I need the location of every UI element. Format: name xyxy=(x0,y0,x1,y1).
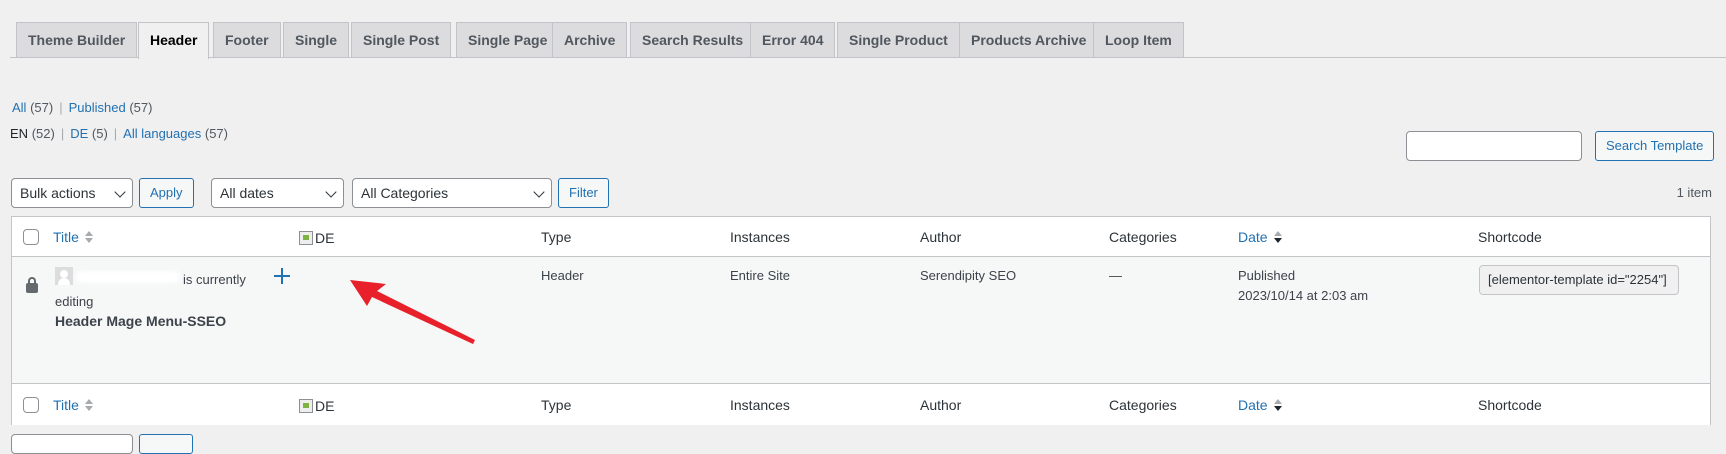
tab-products-archive[interactable]: Products Archive xyxy=(959,22,1099,58)
editing-word: editing xyxy=(55,294,94,309)
redacted-user-name xyxy=(76,271,180,283)
filter-de-link[interactable]: DE (5) xyxy=(70,126,108,141)
avatar xyxy=(55,267,73,285)
filter-all-languages-link[interactable]: All languages (57) xyxy=(123,126,228,141)
search-input[interactable] xyxy=(1406,131,1582,161)
filter-published-link[interactable]: Published (57) xyxy=(69,100,153,115)
editing-status: is currently xyxy=(183,272,246,287)
lock-icon xyxy=(26,277,38,293)
templates-table: Title DE Type Instances Author Categorie… xyxy=(11,216,1711,425)
column-author-footer: Author xyxy=(920,397,962,413)
column-type-footer: Type xyxy=(541,397,572,413)
sort-icon xyxy=(84,399,93,412)
filter-button[interactable]: Filter xyxy=(558,178,609,208)
column-instances-footer: Instances xyxy=(730,397,790,413)
annotation-arrow-icon xyxy=(350,280,475,344)
tab-archive[interactable]: Archive xyxy=(552,22,628,58)
column-categories: Categories xyxy=(1109,229,1177,245)
sort-icon xyxy=(84,231,93,244)
bulk-actions-select-bottom[interactable] xyxy=(11,434,133,454)
categories-value: — xyxy=(1109,268,1122,283)
broken-image-icon xyxy=(299,399,313,413)
tab-search-results[interactable]: Search Results xyxy=(630,22,756,58)
column-categories-footer: Categories xyxy=(1109,397,1177,413)
author-link[interactable]: Serendipity SEO xyxy=(920,268,1016,283)
status-value: Published xyxy=(1238,268,1296,283)
bulk-actions-select[interactable]: Bulk actions xyxy=(11,178,133,208)
tab-theme-builder[interactable]: Theme Builder xyxy=(16,22,138,58)
bulk-actions-value: Bulk actions xyxy=(20,185,96,201)
add-translation-icon[interactable] xyxy=(274,268,290,284)
instances-value: Entire Site xyxy=(730,268,790,283)
sort-desc-icon xyxy=(1273,399,1282,412)
column-date-footer[interactable]: Date xyxy=(1238,385,1282,425)
tab-header[interactable]: Header xyxy=(138,22,210,59)
tab-single-page[interactable]: Single Page xyxy=(456,22,560,58)
theme-builder-tabs: Theme Builder Header Footer Single Singl… xyxy=(16,22,1726,59)
status-filters: All (57) | Published (57) xyxy=(12,100,153,115)
items-count: 1 item xyxy=(1676,185,1712,200)
language-column-flag: DE xyxy=(299,230,334,246)
column-author: Author xyxy=(920,229,962,245)
date-value: 2023/10/14 at 2:03 am xyxy=(1238,288,1369,303)
column-instances: Instances xyxy=(730,229,790,245)
table-header: Title DE Type Instances Author Categorie… xyxy=(12,217,1710,257)
dates-value: All dates xyxy=(220,185,274,201)
tab-single[interactable]: Single xyxy=(283,22,350,58)
tab-single-post[interactable]: Single Post xyxy=(351,22,452,58)
tab-error-404[interactable]: Error 404 xyxy=(750,22,836,58)
tab-loop-item[interactable]: Loop Item xyxy=(1093,22,1184,58)
categories-select[interactable]: All Categories xyxy=(352,178,552,208)
table-row: is currently editing Header Mage Menu-SS… xyxy=(12,257,1710,383)
sort-desc-icon xyxy=(1273,231,1282,244)
shortcode-field[interactable]: [elementor-template id="2254"] xyxy=(1479,265,1679,295)
search-template-button[interactable]: Search Template xyxy=(1595,131,1715,161)
apply-button[interactable]: Apply xyxy=(139,178,194,208)
column-shortcode: Shortcode xyxy=(1478,229,1542,245)
column-type: Type xyxy=(541,229,572,245)
type-link[interactable]: Header xyxy=(541,268,584,283)
chevron-down-icon xyxy=(533,186,545,198)
select-all-checkbox-footer[interactable] xyxy=(23,397,39,413)
chevron-down-icon xyxy=(114,186,126,198)
filter-en[interactable]: EN (52) xyxy=(10,126,55,141)
tab-footer[interactable]: Footer xyxy=(213,22,281,58)
tab-single-product[interactable]: Single Product xyxy=(837,22,960,58)
language-filters: EN (52) | DE (5) | All languages (57) xyxy=(10,126,228,141)
column-title[interactable]: Title xyxy=(53,217,93,257)
chevron-down-icon xyxy=(325,186,337,198)
select-all-checkbox[interactable] xyxy=(23,229,39,245)
column-shortcode-footer: Shortcode xyxy=(1478,397,1542,413)
language-column-flag-footer: DE xyxy=(299,398,334,414)
categories-value: All Categories xyxy=(361,185,449,201)
column-date[interactable]: Date xyxy=(1238,217,1282,257)
template-title-link[interactable]: Header Mage Menu-SSEO xyxy=(55,313,226,329)
tabs-divider xyxy=(10,57,1726,58)
dates-select[interactable]: All dates xyxy=(211,178,344,208)
filter-all-link[interactable]: All (57) xyxy=(12,100,53,115)
table-footer: Title DE Type Instances Author Categorie… xyxy=(12,383,1710,425)
broken-image-icon xyxy=(299,231,313,245)
column-title-footer[interactable]: Title xyxy=(53,385,93,425)
apply-button-bottom[interactable] xyxy=(139,434,193,454)
